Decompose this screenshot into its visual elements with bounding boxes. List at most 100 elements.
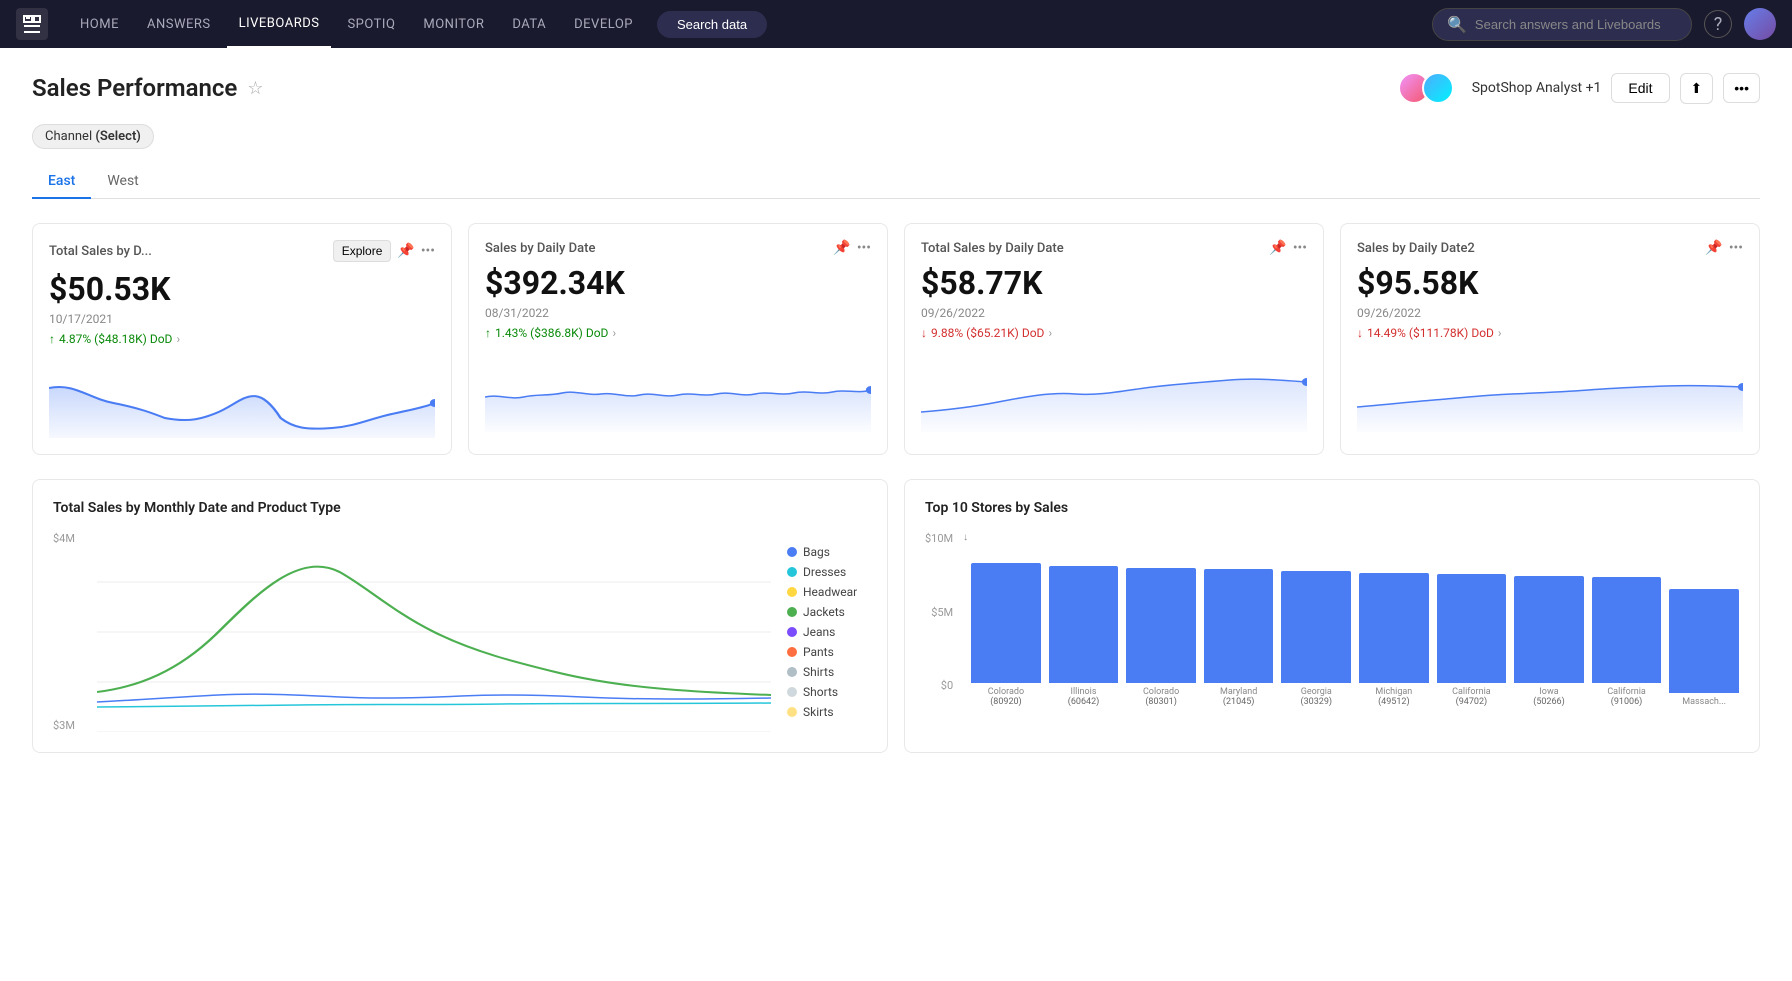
legend-skirts: Skirts [787, 705, 867, 719]
card-4-change-text: 14.49% ($111.78K) DoD [1367, 326, 1494, 340]
bar-col-3: Maryland(21045) [1204, 547, 1274, 707]
bar-massachusetts [1669, 589, 1739, 693]
tab-west[interactable]: West [91, 165, 154, 199]
bar-chart-card: Top 10 Stores by Sales $10M $5M $0 ↓ [904, 479, 1760, 753]
user-avatar[interactable] [1744, 8, 1776, 40]
card-1-chart [49, 358, 435, 438]
nav-home[interactable]: HOME [68, 0, 131, 48]
bar-label-3: Maryland(21045) [1220, 687, 1257, 707]
bar-label-7: Iowa(50266) [1533, 687, 1565, 707]
page-title: Sales Performance [32, 74, 237, 102]
bar-label-5: Michigan(49512) [1375, 687, 1412, 707]
kpi-cards-grid: Total Sales by D... Explore 📌 ••• $50.53… [32, 223, 1760, 455]
card-2-date: 08/31/2022 [485, 306, 871, 320]
legend-bags: Bags [787, 545, 867, 559]
card-1-change: ↑ 4.87% ($48.18K) DoD › [49, 332, 435, 346]
region-tabs: East West [32, 165, 1760, 199]
card-3-more-icon[interactable]: ••• [1293, 240, 1307, 256]
card-3-change: ↓ 9.88% ($65.21K) DoD › [921, 326, 1307, 340]
card-1-detail-arrow[interactable]: › [176, 332, 180, 346]
legend-jeans: Jeans [787, 625, 867, 639]
nav-liveboards[interactable]: LIVEBOARDS [227, 0, 332, 48]
bar-colorado-80301 [1126, 568, 1196, 683]
down-arrow-icon-3: ↓ [921, 326, 927, 340]
bar-illinois-60642 [1049, 566, 1119, 683]
card-4-date: 09/26/2022 [1357, 306, 1743, 320]
favorite-star-button[interactable]: ☆ [247, 78, 263, 99]
bar-label-4: Georgia(30329) [1301, 687, 1333, 707]
bar-chart-title: Top 10 Stores by Sales [925, 500, 1739, 516]
card-3-chart [921, 352, 1307, 432]
down-arrow-icon-4: ↓ [1357, 326, 1363, 340]
nav-answers[interactable]: ANSWERS [135, 0, 223, 48]
card-2-actions: 📌 ••• [833, 240, 871, 256]
bar-col-7: Iowa(50266) [1514, 547, 1584, 707]
nav-data[interactable]: DATA [500, 0, 558, 48]
filter-value: (Select) [95, 129, 141, 144]
nav-spotiq[interactable]: SPOTIQ [335, 0, 407, 48]
legend-pants: Pants [787, 645, 867, 659]
tab-east[interactable]: East [32, 165, 91, 199]
help-button[interactable]: ? [1704, 10, 1732, 38]
card-2-title: Sales by Daily Date [485, 241, 595, 256]
global-search-input[interactable] [1475, 17, 1677, 32]
card-1-value: $50.53K [49, 270, 435, 308]
channel-filter-chip[interactable]: Channel (Select) [32, 124, 154, 149]
card-3-pin-icon[interactable]: 📌 [1269, 240, 1286, 256]
card-4-value: $95.58K [1357, 264, 1743, 302]
card-2-change: ↑ 1.43% ($386.8K) DoD › [485, 326, 871, 340]
card-sales-by-daily-date2: Sales by Daily Date2 📌 ••• $95.58K 09/26… [1340, 223, 1760, 455]
bar-col-2: Colorado(80301) [1126, 547, 1196, 707]
y-label-4m: $4M [53, 532, 75, 545]
bar-colorado-80920 [971, 563, 1041, 683]
card-2-more-icon[interactable]: ••• [857, 240, 871, 256]
card-total-sales-by-d: Total Sales by D... Explore 📌 ••• $50.53… [32, 223, 452, 455]
card-2-detail-arrow[interactable]: › [612, 326, 616, 340]
legend-label-bags: Bags [803, 545, 830, 559]
search-data-button[interactable]: Search data [657, 11, 767, 38]
card-4-pin-icon[interactable]: 📌 [1705, 240, 1722, 256]
share-button[interactable]: ⬆ [1680, 73, 1714, 104]
bar-label-0: Colorado(80920) [988, 687, 1024, 707]
card-1-change-text: 4.87% ($48.18K) DoD [59, 332, 172, 346]
card-3-actions: 📌 ••• [1269, 240, 1307, 256]
logo[interactable] [16, 8, 48, 40]
legend-jackets: Jackets [787, 605, 867, 619]
legend-dot-jeans [787, 627, 797, 637]
y-label-5m: $5M [925, 606, 953, 619]
bar-col-9: Massach... [1669, 547, 1739, 707]
card-1-pin-icon[interactable]: 📌 [397, 243, 414, 259]
card-4-detail-arrow[interactable]: › [1498, 326, 1502, 340]
card-2-pin-icon[interactable]: 📌 [833, 240, 850, 256]
global-search-box[interactable]: 🔍 [1432, 8, 1692, 41]
bar-michigan-49512 [1359, 573, 1429, 683]
card-4-more-icon[interactable]: ••• [1729, 240, 1743, 256]
legend-label-jackets: Jackets [803, 605, 845, 619]
card-1-explore-button[interactable]: Explore [333, 240, 392, 262]
bar-col-1: Illinois(60642) [1049, 547, 1119, 707]
legend-dot-dresses [787, 567, 797, 577]
card-3-title: Total Sales by Daily Date [921, 241, 1064, 256]
card-3-detail-arrow[interactable]: › [1048, 326, 1052, 340]
edit-button[interactable]: Edit [1611, 73, 1669, 103]
card-1-header: Total Sales by D... Explore 📌 ••• [49, 240, 435, 262]
legend-dot-shirts [787, 667, 797, 677]
page-header: Sales Performance ☆ SpotShop Analyst +1 … [32, 72, 1760, 104]
bar-col-5: Michigan(49512) [1359, 547, 1429, 707]
card-3-header: Total Sales by Daily Date 📌 ••• [921, 240, 1307, 256]
bar-iowa-50266 [1514, 576, 1584, 683]
bar-col-0: Colorado(80920) [971, 547, 1041, 707]
line-chart-title: Total Sales by Monthly Date and Product … [53, 500, 867, 516]
filter-label: Channel [45, 129, 92, 144]
collaborator-avatar-2 [1422, 72, 1454, 104]
nav-develop[interactable]: DEVELOP [562, 0, 645, 48]
line-chart-area: $4M $3M [53, 532, 867, 732]
legend-dresses: Dresses [787, 565, 867, 579]
legend-label-shirts: Shirts [803, 665, 834, 679]
nav-monitor[interactable]: MONITOR [411, 0, 496, 48]
collaborators-avatars [1398, 72, 1446, 104]
bar-georgia-30329 [1281, 571, 1351, 683]
legend-dot-jackets [787, 607, 797, 617]
card-1-more-icon[interactable]: ••• [421, 243, 435, 259]
more-options-button[interactable]: ••• [1723, 73, 1760, 103]
